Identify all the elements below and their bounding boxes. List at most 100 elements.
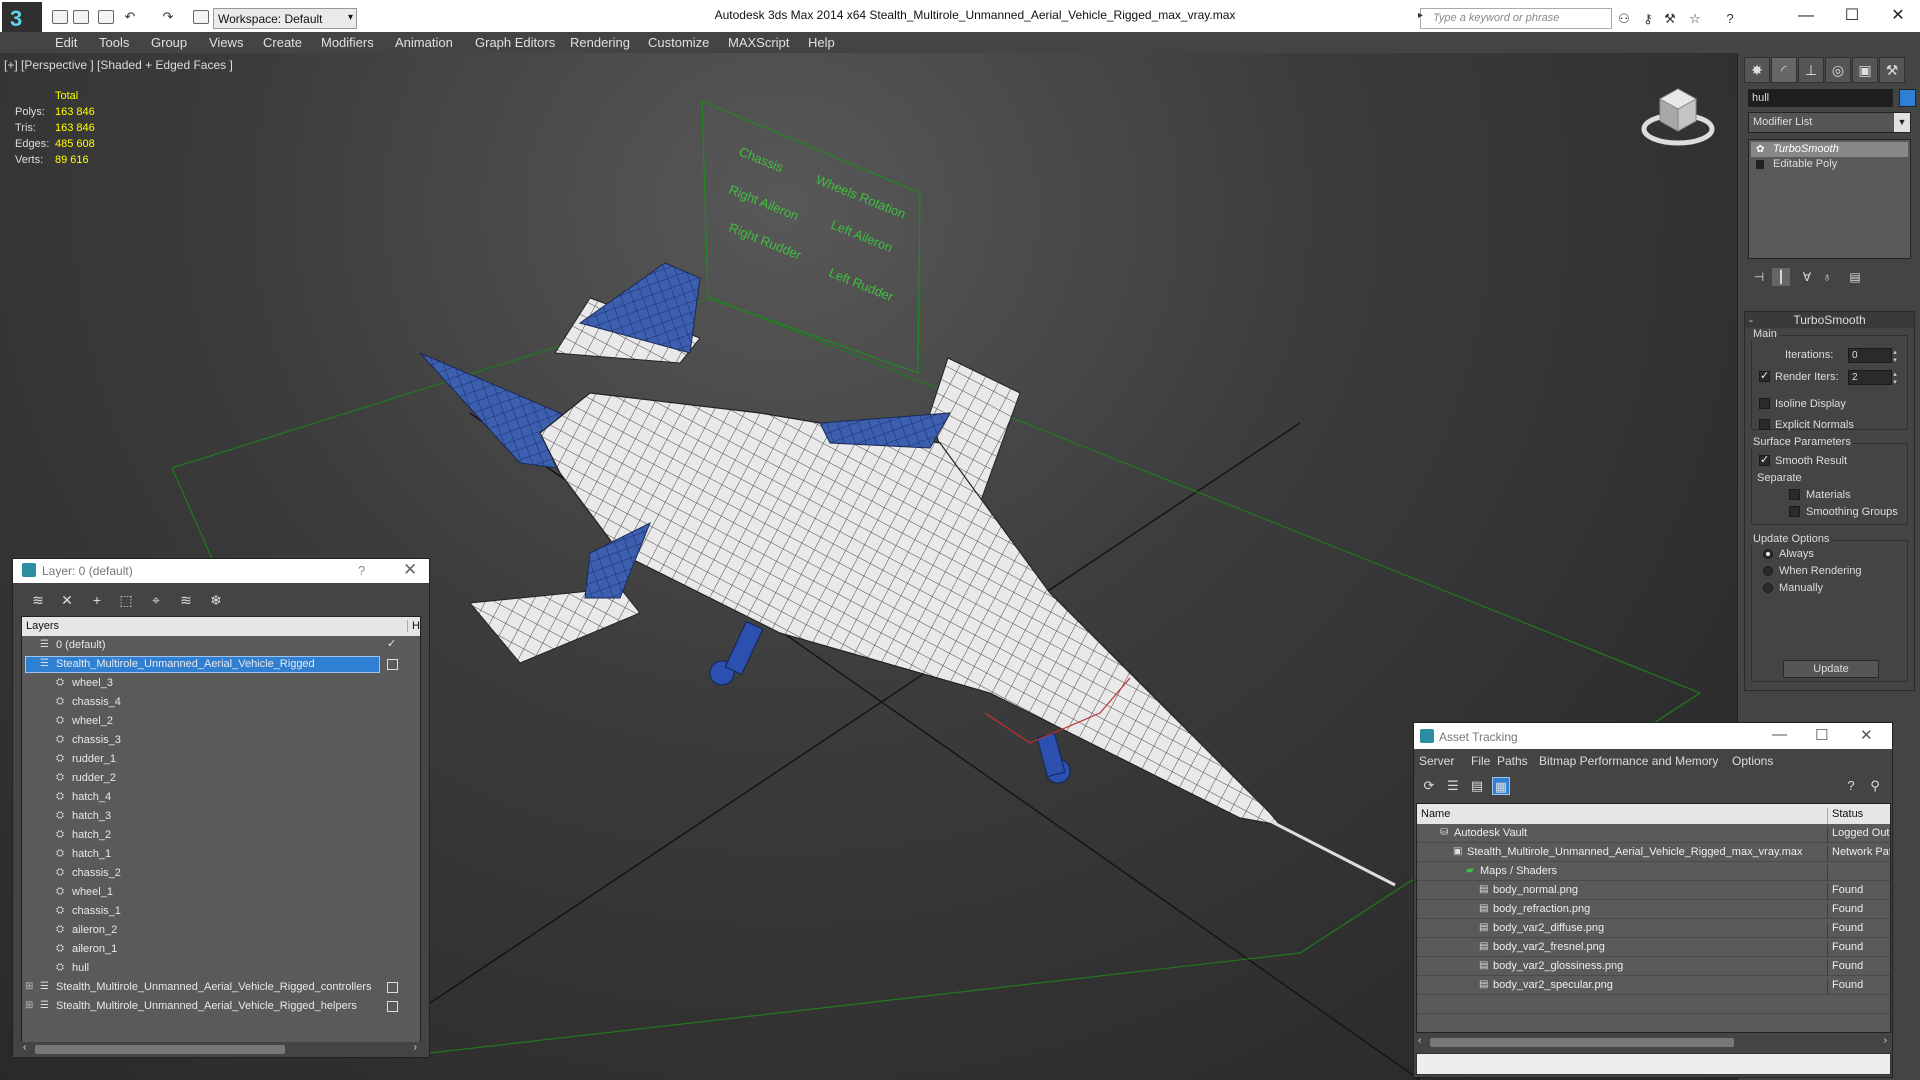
hide-toggle[interactable] [387,659,398,670]
column-hide[interactable]: H [407,620,420,632]
lightbulb-icon[interactable]: ✿ [1756,144,1765,155]
viewcube-icon[interactable] [1638,81,1718,151]
layer-row[interactable]: ⛭ aileron_1 [22,940,420,959]
asset-row[interactable]: ▤ body_refraction.png Found [1417,900,1890,919]
menu-edit[interactable]: Edit [55,35,77,50]
add-to-layer-icon[interactable]: + [88,591,106,609]
aileron-right[interactable] [819,412,951,449]
layer-row[interactable]: ⛭ aileron_2 [22,921,420,940]
layer-row[interactable]: ⛭ chassis_1 [22,902,420,921]
scroll-right-icon[interactable]: › [414,1042,417,1053]
motion-tab-icon[interactable]: ◎ [1825,57,1851,83]
layer-row[interactable]: ⛭ hatch_3 [22,807,420,826]
layer-row[interactable]: ⛭ wheel_1 [22,883,420,902]
object-color-swatch[interactable] [1899,89,1916,107]
smoothing-groups-checkbox[interactable] [1789,506,1800,517]
menu-views[interactable]: Views [209,35,243,50]
asset-row[interactable]: ▤ body_var2_diffuse.png Found [1417,919,1890,938]
asset-row[interactable]: ▤ body_normal.png Found [1417,881,1890,900]
materials-checkbox[interactable] [1789,489,1800,500]
key-icon[interactable]: ⚷ [1640,11,1656,26]
layer-row[interactable]: ⛭ hatch_1 [22,845,420,864]
modifier-list-dropdown[interactable]: Modifier List ▼ [1748,112,1911,133]
asset-path-field[interactable] [1416,1053,1891,1075]
table-view-icon[interactable]: ▦ [1492,777,1510,795]
quick-help-icon[interactable]: ⚲ [1866,777,1884,795]
asset-window-titlebar[interactable]: Asset Tracking — ☐ ✕ [1414,723,1892,749]
layer-row[interactable]: ⊞ ☰ Stealth_Multirole_Unmanned_Aerial_Vehi… [22,978,420,997]
menu-animation[interactable]: Animation [395,35,453,50]
asset-row[interactable]: ▰ Maps / Shaders [1417,862,1890,881]
show-end-result-icon[interactable]: ┃ [1772,268,1790,286]
asset-row[interactable]: ▣ Stealth_Multirole_Unmanned_Aerial_Vehic… [1417,843,1890,862]
asset-menu-file[interactable]: File [1471,754,1490,768]
when-rendering-radio[interactable] [1763,566,1773,576]
menu-graph-editors[interactable]: Graph Editors [475,35,555,50]
column-name[interactable]: Name [1421,808,1450,820]
manually-radio[interactable] [1763,583,1773,593]
menu-rendering[interactable]: Rendering [570,35,630,50]
hierarchy-tab-icon[interactable]: ⊥ [1798,57,1824,83]
hide-toggle[interactable] [387,982,398,993]
layer-row[interactable]: ☰ 0 (default) ✓ [22,636,420,655]
layer-window-titlebar[interactable]: Layer: 0 (default) ? ✕ [13,559,429,583]
layer-row[interactable]: ⛭ chassis_3 [22,731,420,750]
scrollbar-thumb[interactable] [1430,1038,1734,1047]
layer-row[interactable]: ⛭ hatch_2 [22,826,420,845]
layer-row[interactable]: ⛭ chassis_4 [22,693,420,712]
iterations-spinner[interactable]: 0 [1848,348,1901,364]
asset-menu-server[interactable]: Server [1419,754,1454,768]
new-layer-icon[interactable]: ≋ [29,591,47,609]
list-view-icon[interactable]: ☰ [1444,777,1462,795]
close-icon[interactable]: ✕ [403,560,417,580]
layer-row[interactable]: ⛭ hatch_4 [22,788,420,807]
menu-tools[interactable]: Tools [99,35,129,50]
pin-stack-icon[interactable]: ⊣ [1750,268,1768,286]
binoculars-icon[interactable]: ⚇ [1616,11,1632,26]
maximize-icon[interactable]: ☐ [1832,4,1872,28]
freeze-all-layers-icon[interactable]: ❄ [207,591,225,609]
display-tab-icon[interactable]: ▣ [1852,57,1878,83]
help-icon[interactable]: ? [1842,777,1860,795]
tools-icon[interactable]: ⚒ [1662,11,1678,26]
highlight-layer-icon[interactable]: ⌖ [147,591,165,609]
render-iters-spinner[interactable]: 2 [1848,370,1901,386]
configure-sets-icon[interactable]: ▤ [1846,268,1864,286]
column-status[interactable]: Status [1827,808,1863,824]
menu-modifiers[interactable]: Modifiers [321,35,374,50]
fuselage[interactable] [539,392,1282,826]
layer-row[interactable]: ⛭ hull [22,959,420,978]
always-radio[interactable] [1763,549,1773,559]
menu-help[interactable]: Help [808,35,835,50]
asset-menu-paths[interactable]: Paths [1497,754,1528,768]
scroll-left-icon[interactable]: ‹ [23,1042,26,1053]
select-objects-icon[interactable]: ⬚ [117,591,135,609]
expand-icon[interactable]: ⊞ [25,981,33,992]
layer-horizontal-scrollbar[interactable]: ‹ › [21,1042,421,1056]
create-tab-icon[interactable]: ✸ [1744,57,1770,83]
asset-menu-bitmap-performance[interactable]: Bitmap Performance and Memory [1539,754,1718,768]
explicit-normals-checkbox[interactable] [1759,419,1770,430]
left-wing-tip[interactable] [469,587,641,664]
refresh-icon[interactable]: ⟳ [1420,777,1438,795]
menu-create[interactable]: Create [263,35,302,50]
scroll-left-icon[interactable]: ‹ [1418,1035,1421,1046]
help-icon[interactable]: ? [358,563,365,578]
remove-modifier-icon[interactable]: ♁ [1818,268,1836,286]
close-icon[interactable]: ✕ [1860,726,1873,744]
maximize-icon[interactable]: ☐ [1815,726,1828,744]
asset-row[interactable]: ⛁ Autodesk Vault Logged Out [1417,824,1890,843]
isoline-display-checkbox[interactable] [1759,398,1770,409]
viewport-label[interactable]: [+] [Perspective ] [Shaded + Edged Faces… [4,58,233,72]
update-button[interactable]: Update [1783,660,1879,678]
smooth-result-checkbox[interactable] [1759,453,1770,466]
layer-row[interactable]: ⛭ rudder_1 [22,750,420,769]
turbosmooth-rollout-header[interactable]: - TurboSmooth [1745,312,1914,328]
scrollbar-thumb[interactable] [35,1045,285,1054]
current-layer-check-icon[interactable]: ✓ [387,637,398,650]
stack-item-editable-poly[interactable]: Editable Poly [1751,157,1908,172]
layer-row[interactable]: ⛭ wheel_3 [22,674,420,693]
image-view-icon[interactable]: ▤ [1468,777,1486,795]
stack-item-turbosmooth[interactable]: ✿ TurboSmooth [1751,142,1908,157]
utilities-tab-icon[interactable]: ⚒ [1879,57,1905,83]
